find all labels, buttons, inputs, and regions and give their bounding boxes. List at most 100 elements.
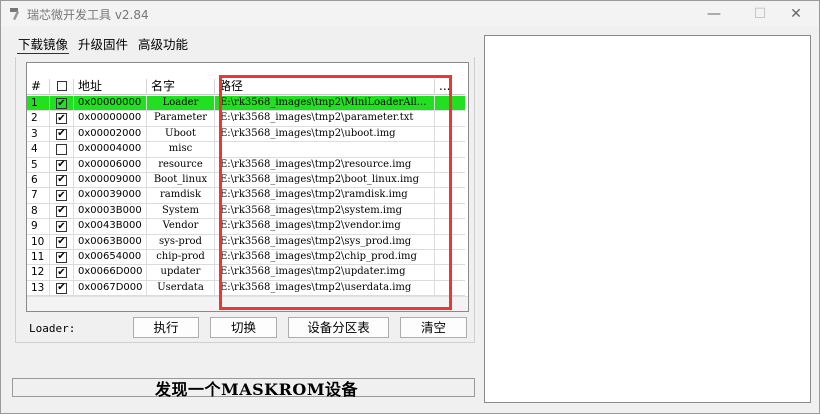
header-name[interactable]: 名字 bbox=[147, 79, 215, 95]
window-title: 瑞芯微开发工具 v2.84 bbox=[27, 8, 149, 22]
row-checkbox[interactable]: ✔ bbox=[56, 267, 67, 279]
loader-label: Loader: bbox=[29, 322, 76, 335]
row-browse[interactable] bbox=[435, 235, 465, 250]
row-address: 0x00006000 bbox=[74, 157, 147, 173]
row-checkbox-cell[interactable]: ✔ bbox=[50, 249, 74, 265]
table-row[interactable]: 3 ✔ 0x00002000 Uboot E:\rk3568_images\tmp2\u… bbox=[27, 126, 465, 143]
table-row[interactable]: 5 ✔ 0x00006000 resource E:\rk3568_images\tmp… bbox=[27, 157, 465, 173]
table-row[interactable]: 1 ✔ 0x00000000 Loader E:\rk3568_images\tmp2\… bbox=[27, 96, 465, 112]
execute-button[interactable]: 执行 bbox=[133, 317, 199, 338]
clear-button[interactable]: 清空 bbox=[400, 317, 467, 338]
row-path[interactable]: E:\rk3568_images\tmp2\vendor.img bbox=[215, 219, 435, 235]
header-path[interactable]: 路径 bbox=[215, 79, 435, 95]
table-row[interactable]: 8 ✔ 0x0003B000 System E:\rk3568_images\tmp2\… bbox=[27, 203, 465, 220]
row-checkbox-cell[interactable]: ✔ bbox=[50, 203, 74, 219]
table-body: 1 ✔ 0x00000000 Loader E:\rk3568_images\tmp2\… bbox=[27, 96, 465, 297]
row-path[interactable]: E:\rk3568_images\tmp2\sys_prod.img bbox=[215, 234, 435, 250]
row-browse[interactable] bbox=[435, 127, 465, 142]
table-row[interactable]: 4 0x00004000 misc bbox=[27, 142, 465, 158]
row-checkbox-cell[interactable]: ✔ bbox=[50, 219, 74, 235]
select-all-checkbox[interactable] bbox=[57, 81, 67, 91]
table-row[interactable]: 6 ✔ 0x00009000 Boot_linux E:\rk3568_images\t… bbox=[27, 172, 465, 189]
row-browse[interactable] bbox=[435, 265, 465, 280]
close-button[interactable]: ✕ bbox=[773, 1, 819, 27]
row-name: sys-prod bbox=[147, 234, 215, 250]
row-path[interactable]: E:\rk3568_images\tmp2\updater.img bbox=[215, 265, 435, 281]
row-checkbox[interactable]: ✔ bbox=[56, 174, 67, 186]
row-browse[interactable] bbox=[435, 250, 465, 265]
tab-download-image[interactable]: 下载镜像 bbox=[17, 37, 70, 54]
row-checkbox[interactable]: ✔ bbox=[56, 221, 67, 233]
row-path[interactable] bbox=[215, 142, 435, 158]
row-checkbox[interactable] bbox=[56, 144, 67, 156]
table-row[interactable]: 13 ✔ 0x0067D000 Userdata E:\rk3568_images\tm… bbox=[27, 280, 465, 297]
device-partition-table-button[interactable]: 设备分区表 bbox=[288, 317, 389, 338]
table-row[interactable]: 2 ✔ 0x00000000 Parameter E:\rk3568_images\tm… bbox=[27, 111, 465, 127]
row-checkbox-cell[interactable]: ✔ bbox=[50, 265, 74, 281]
table-row[interactable]: 7 ✔ 0x00039000 ramdisk E:\rk3568_images\tmp2… bbox=[27, 188, 465, 204]
log-output-panel[interactable] bbox=[484, 35, 811, 403]
row-checkbox-cell[interactable]: ✔ bbox=[50, 234, 74, 250]
row-checkbox-cell[interactable] bbox=[50, 142, 74, 158]
row-browse[interactable] bbox=[435, 111, 465, 126]
row-checkbox[interactable]: ✔ bbox=[56, 251, 67, 263]
row-path[interactable]: E:\rk3568_images\tmp2\chip_prod.img bbox=[215, 249, 435, 265]
table-row[interactable]: 12 ✔ 0x0066D000 updater E:\rk3568_images\tmp… bbox=[27, 265, 465, 281]
table-header: # 地址 名字 路径 ... bbox=[27, 79, 465, 95]
row-path[interactable]: E:\rk3568_images\tmp2\MiniLoaderAll... bbox=[215, 96, 435, 111]
row-browse[interactable] bbox=[435, 219, 465, 234]
row-checkbox[interactable]: ✔ bbox=[56, 205, 67, 217]
header-extra[interactable]: ... bbox=[435, 79, 465, 95]
horizontal-scrollbar[interactable] bbox=[27, 296, 468, 311]
row-checkbox-cell[interactable]: ✔ bbox=[50, 126, 74, 142]
row-checkbox-cell[interactable]: ✔ bbox=[50, 280, 74, 296]
row-checkbox-cell[interactable]: ✔ bbox=[50, 157, 74, 173]
table-row[interactable]: 10 ✔ 0x0063B000 sys-prod E:\rk3568_images\tm… bbox=[27, 234, 465, 250]
header-num[interactable]: # bbox=[27, 79, 50, 95]
row-checkbox-cell[interactable]: ✔ bbox=[50, 188, 74, 204]
row-number: 1 bbox=[27, 96, 50, 111]
row-address: 0x00004000 bbox=[74, 142, 147, 158]
row-number: 8 bbox=[27, 203, 50, 219]
row-browse[interactable] bbox=[435, 158, 465, 173]
row-path[interactable]: E:\rk3568_images\tmp2\system.img bbox=[215, 203, 435, 219]
row-browse[interactable] bbox=[435, 142, 465, 157]
row-checkbox-cell[interactable]: ✔ bbox=[50, 172, 74, 188]
row-path[interactable]: E:\rk3568_images\tmp2\boot_linux.img bbox=[215, 172, 435, 188]
tab-upgrade-firmware[interactable]: 升级固件 bbox=[77, 37, 129, 54]
row-checkbox-cell[interactable]: ✔ bbox=[50, 111, 74, 127]
switch-button[interactable]: 切换 bbox=[210, 317, 277, 338]
row-path[interactable]: E:\rk3568_images\tmp2\ramdisk.img bbox=[215, 188, 435, 204]
table-row[interactable]: 11 ✔ 0x00654000 chip-prod E:\rk3568_images\t… bbox=[27, 249, 465, 266]
row-checkbox-cell[interactable]: ✔ bbox=[50, 96, 74, 111]
row-checkbox[interactable]: ✔ bbox=[56, 236, 67, 248]
row-browse[interactable] bbox=[435, 204, 465, 219]
row-number: 7 bbox=[27, 188, 50, 204]
device-status: 发现一个MASKROM设备 bbox=[155, 380, 359, 399]
row-address: 0x0067D000 bbox=[74, 280, 147, 296]
hammer-icon bbox=[10, 8, 20, 21]
row-name: Userdata bbox=[147, 280, 215, 296]
row-browse[interactable] bbox=[435, 281, 465, 296]
row-checkbox[interactable]: ✔ bbox=[56, 98, 67, 109]
row-checkbox[interactable]: ✔ bbox=[56, 113, 67, 125]
row-browse[interactable] bbox=[435, 96, 465, 111]
row-checkbox[interactable]: ✔ bbox=[56, 128, 67, 140]
row-path[interactable]: E:\rk3568_images\tmp2\userdata.img bbox=[215, 280, 435, 296]
row-address: 0x0066D000 bbox=[74, 265, 147, 281]
minimize-button[interactable]: — bbox=[691, 1, 737, 27]
row-browse[interactable] bbox=[435, 173, 465, 188]
row-name: System bbox=[147, 203, 215, 219]
header-address[interactable]: 地址 bbox=[74, 79, 147, 95]
row-address: 0x00009000 bbox=[74, 172, 147, 188]
header-check[interactable] bbox=[50, 79, 74, 95]
row-checkbox[interactable]: ✔ bbox=[56, 159, 67, 171]
row-checkbox[interactable]: ✔ bbox=[56, 282, 67, 294]
tab-advanced[interactable]: 高级功能 bbox=[137, 37, 189, 54]
row-path[interactable]: E:\rk3568_images\tmp2\uboot.img bbox=[215, 126, 435, 142]
row-browse[interactable] bbox=[435, 188, 465, 203]
row-path[interactable]: E:\rk3568_images\tmp2\parameter.txt bbox=[215, 111, 435, 127]
row-path[interactable]: E:\rk3568_images\tmp2\resource.img bbox=[215, 157, 435, 173]
table-row[interactable]: 9 ✔ 0x0043B000 Vendor E:\rk3568_images\tmp2\… bbox=[27, 219, 465, 235]
row-checkbox[interactable]: ✔ bbox=[56, 190, 67, 202]
